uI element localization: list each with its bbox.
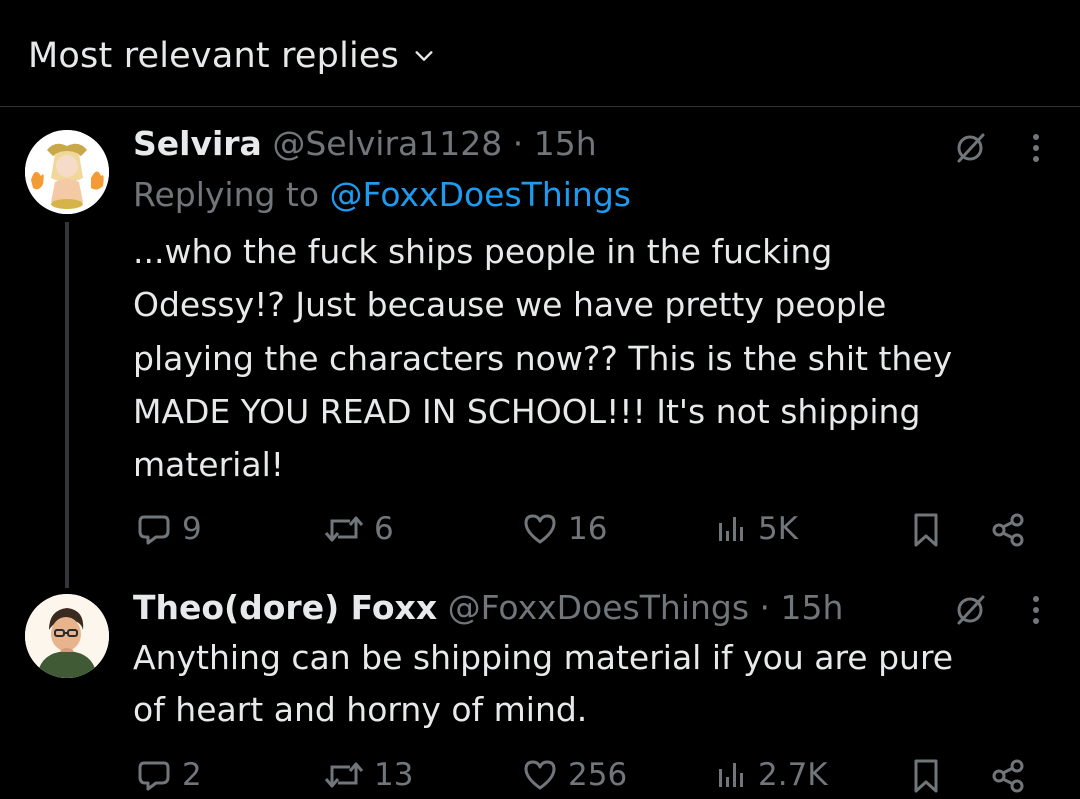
repost-count: 13 [374, 757, 414, 793]
like-button[interactable]: 16 [522, 511, 607, 547]
reply-icon [138, 761, 170, 791]
bookmark-icon [914, 759, 938, 793]
post-text-line: of heart and horny of mind. [133, 690, 588, 729]
sort-label: Most relevant replies [28, 36, 400, 76]
replying-prefix: Replying to [133, 175, 320, 214]
bookmark-button[interactable] [910, 511, 942, 553]
repost-button[interactable]: 13 [324, 757, 413, 793]
heart-icon [524, 514, 556, 544]
grok-icon-button[interactable] [950, 590, 990, 630]
reply-count: 9 [182, 511, 202, 547]
views-icon [719, 763, 743, 787]
post-text-line: Odessy!? Just because we have pretty peo… [133, 285, 887, 324]
heart-icon [524, 760, 556, 790]
share-icon [992, 513, 1024, 547]
grok-icon [957, 595, 985, 625]
more-icon [1033, 596, 1039, 624]
more-icon [1033, 134, 1039, 162]
avatar-image [25, 594, 109, 678]
grok-icon [957, 133, 985, 163]
sort-replies-button[interactable]: Most relevant replies [28, 34, 435, 78]
grok-icon-button[interactable] [950, 128, 990, 168]
avatar[interactable] [25, 130, 109, 214]
share-button[interactable] [990, 511, 1028, 553]
views-icon [719, 517, 743, 541]
avatar[interactable] [25, 594, 109, 678]
reply-count: 2 [182, 757, 202, 793]
share-icon [992, 759, 1024, 793]
views-count: 2.7K [758, 757, 828, 793]
views-button[interactable]: 5K [716, 511, 798, 547]
meta-separator: · [759, 588, 771, 627]
more-options-button[interactable] [1024, 128, 1048, 168]
bookmark-button[interactable] [910, 757, 942, 799]
post-time[interactable]: 15h [534, 124, 597, 163]
post-text-line: Anything can be shipping material if you… [133, 638, 954, 677]
bookmark-icon [914, 513, 938, 547]
post-meta: Theo(dore) Foxx @FoxxDoesThings · 15h [133, 588, 843, 628]
repost-count: 6 [374, 511, 394, 547]
like-button[interactable]: 256 [522, 757, 627, 793]
user-handle[interactable]: @Selvira1128 [272, 124, 502, 163]
post-text-line: material! [133, 445, 284, 484]
like-count: 16 [568, 511, 608, 547]
replies-sort-header: Most relevant replies [0, 0, 1080, 107]
post-text-line: MADE YOU READ IN SCHOOL!!! It's not ship… [133, 392, 921, 431]
chevron-down-icon [415, 51, 433, 61]
display-name[interactable]: Theo(dore) Foxx [133, 588, 437, 627]
thread-connector-line [65, 222, 69, 588]
post-meta: Selvira @Selvira1128 · 15h [133, 124, 597, 164]
replying-to: Replying to @FoxxDoesThings [133, 175, 631, 215]
user-handle[interactable]: @FoxxDoesThings [448, 588, 749, 627]
share-button[interactable] [990, 757, 1028, 799]
more-options-button[interactable] [1024, 590, 1048, 630]
like-count: 256 [568, 757, 628, 793]
views-count: 5K [758, 511, 799, 547]
post-time[interactable]: 15h [781, 588, 844, 627]
reply-icon [138, 515, 170, 545]
repost-icon [324, 762, 364, 788]
reply-button[interactable]: 2 [136, 757, 202, 793]
views-button[interactable]: 2.7K [716, 757, 828, 793]
post-text-line: playing the characters now?? This is the… [133, 339, 953, 378]
meta-separator: · [512, 124, 524, 163]
avatar-image [25, 130, 109, 214]
display-name[interactable]: Selvira [133, 124, 262, 163]
repost-button[interactable]: 6 [324, 511, 394, 547]
replying-handle-link[interactable]: @FoxxDoesThings [330, 175, 631, 214]
post-text-line: ...who the fuck ships people in the fuck… [133, 232, 833, 271]
repost-icon [324, 516, 364, 542]
reply-button[interactable]: 9 [136, 511, 202, 547]
